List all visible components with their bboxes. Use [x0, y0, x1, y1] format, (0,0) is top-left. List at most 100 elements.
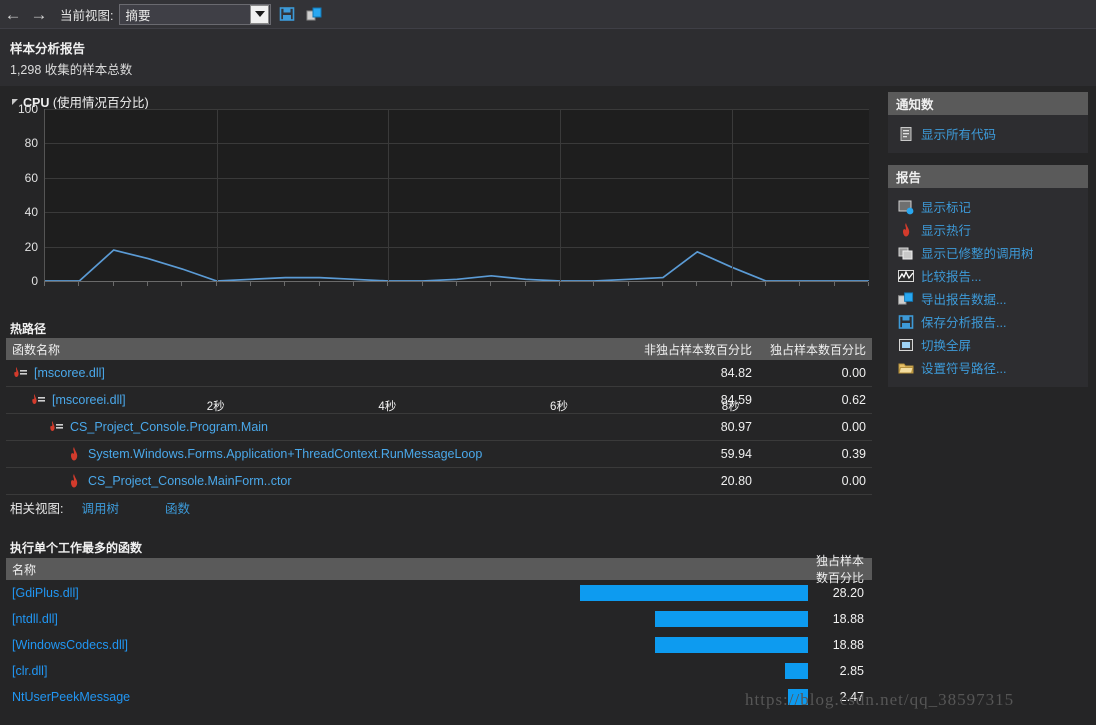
forward-arrow-icon[interactable]: → [26, 1, 52, 27]
export-icon[interactable] [303, 3, 325, 25]
exclusive-percent-cell: 18.88 [832, 638, 864, 652]
sidebar-item-label[interactable]: 显示热行 [921, 220, 971, 239]
x-tick-mark [559, 282, 560, 286]
table-row[interactable]: [mscoree.dll] 84.82 0.00 [6, 360, 872, 387]
folder-icon [898, 360, 914, 376]
function-name-link[interactable]: [ntdll.dll] [12, 612, 58, 626]
x-tick-mark [112, 282, 114, 286]
sidebar-item-label[interactable]: 保存分析报告... [921, 312, 1006, 331]
y-tick-label: 0 [31, 274, 38, 288]
sidebar-item-label[interactable]: 设置符号路径... [921, 358, 1006, 377]
table-row[interactable]: CS_Project_Console.Program.Main 80.97 0.00 [6, 414, 872, 441]
sidebar-item[interactable]: 显示所有代码 [888, 122, 1088, 145]
cpu-chart: 0 20 40 60 80 100 2秒 4秒 6秒 8秒 [0, 102, 880, 413]
profiler-report-window: ← → 当前视图: 摘要 样本分析报告 1,298 收集的样本总数 CPU (使… [0, 0, 1096, 725]
sidebar-item-label[interactable]: 导出报告数据... [921, 289, 1006, 308]
column-header-exclusive[interactable]: 独占样本数百分比 [758, 341, 872, 358]
back-arrow-icon[interactable]: ← [0, 1, 26, 27]
sidebar-item[interactable]: 切换全屏 [888, 333, 1088, 356]
x-tick-mark [147, 282, 148, 286]
x-tick-mark [456, 282, 457, 286]
y-tick-label: 100 [17, 102, 38, 116]
column-header-name[interactable]: 函数名称 [6, 341, 612, 358]
sidebar-item[interactable]: 比较报告... [888, 264, 1088, 287]
value-bar [655, 611, 808, 627]
view-select[interactable]: 摘要 [119, 3, 272, 25]
x-tick-mark [387, 282, 389, 286]
inclusive-percent-cell: 59.94 [720, 447, 752, 461]
functions-title: 执行单个工作最多的函数 [10, 541, 143, 555]
function-name-link[interactable]: [mscoreei.dll] [52, 393, 126, 407]
sidebar-item-label[interactable]: 切换全屏 [921, 335, 971, 354]
x-tick-mark [490, 282, 492, 286]
function-name-link[interactable]: [mscoree.dll] [34, 366, 105, 380]
function-name-link[interactable]: [WindowsCodecs.dll] [12, 638, 128, 652]
table-row[interactable]: NtUserPeekMessage 2.47 [6, 684, 872, 710]
function-name-link[interactable]: [clr.dll] [12, 664, 47, 678]
column-header-function-name[interactable]: 名称 [6, 561, 518, 578]
value-bar [788, 689, 808, 705]
hotpath-name-cell: [mscoree.dll] [6, 365, 612, 381]
sidebar-item[interactable]: 显示已修整的调用树 [888, 241, 1088, 264]
related-view-functions-link[interactable]: 函数 [165, 498, 190, 517]
table-row[interactable]: System.Windows.Forms.Application+ThreadC… [6, 441, 872, 468]
exclusive-percent-cell: 18.88 [832, 612, 864, 626]
column-header-inclusive[interactable]: 非独占样本数百分比 [612, 341, 758, 358]
related-view-calltree-link[interactable]: 调用树 [81, 498, 119, 517]
grid-line-vertical [217, 109, 218, 281]
function-name-link[interactable]: CS_Project_Console.Program.Main [70, 420, 268, 434]
function-name-link[interactable]: NtUserPeekMessage [12, 690, 130, 704]
exclusive-percent-cell: 0.00 [841, 366, 866, 380]
functions-table-header: 名称 独占样本数百分比 [6, 554, 872, 585]
hotpath-name-cell: [mscoreei.dll] [6, 392, 612, 408]
export-icon [898, 291, 914, 307]
table-row[interactable]: [GdiPlus.dll] 28.20 [6, 580, 872, 606]
chevron-down-icon[interactable] [250, 4, 270, 24]
sidebar-panel-title: 报告 [888, 165, 1088, 188]
table-row[interactable]: [WindowsCodecs.dll] 18.88 [6, 632, 872, 658]
column-header-exclusive-pct[interactable]: 独占样本数百分比 [808, 552, 872, 586]
function-name-cell: [WindowsCodecs.dll] [6, 638, 518, 652]
flame-icon [66, 473, 82, 489]
x-tick-mark [421, 282, 423, 286]
sidebar-item-label[interactable]: 比较报告... [921, 266, 981, 285]
sidebar-panel: 报告显示标记显示热行显示已修整的调用树 比较报告... 导出报告数据... 保存分析报… [888, 165, 1088, 387]
table-row[interactable]: CS_Project_Console.MainForm..ctor 20.80 0.… [6, 468, 872, 495]
function-name-link[interactable]: CS_Project_Console.MainForm..ctor [88, 474, 292, 488]
y-tick-label: 40 [24, 205, 38, 220]
sidebar-item[interactable]: 导出报告数据... [888, 287, 1088, 310]
sidebar-item[interactable]: 保存分析报告... [888, 310, 1088, 333]
grid-line [45, 212, 869, 213]
table-row[interactable]: [mscoreei.dll] 84.59 0.62 [6, 387, 872, 414]
function-name-link[interactable]: [GdiPlus.dll] [12, 586, 79, 600]
sidebar-item-label[interactable]: 显示标记 [921, 197, 971, 216]
sidebar-item-label[interactable]: 显示已修整的调用树 [921, 243, 1034, 262]
grid-line [45, 143, 869, 144]
related-views: 相关视图: 调用树 函数 [10, 498, 236, 517]
exclusive-percent-cell: 0.39 [841, 447, 866, 461]
flame-dll-icon [30, 392, 46, 408]
grid-line-vertical [732, 109, 733, 281]
x-tick-mark [833, 282, 835, 286]
save-icon[interactable] [276, 3, 298, 25]
table-row[interactable]: [clr.dll] 2.85 [6, 658, 872, 684]
sidebar-item[interactable]: 设置符号路径... [888, 356, 1088, 379]
function-name-cell: [clr.dll] [6, 664, 518, 678]
x-tick-mark [868, 282, 869, 286]
table-row[interactable]: [ntdll.dll] 18.88 [6, 606, 872, 632]
bar-cell [518, 632, 808, 658]
x-tick-mark [765, 282, 766, 286]
bar-cell [518, 684, 808, 710]
hotpath-name-cell: System.Windows.Forms.Application+ThreadC… [6, 446, 612, 462]
exclusive-percent-cell: 0.62 [841, 393, 866, 407]
flame-icon [898, 222, 914, 238]
value-bar [580, 585, 808, 601]
sidebar-item[interactable]: 显示热行 [888, 218, 1088, 241]
inclusive-percent-cell: 80.97 [720, 420, 752, 434]
sidebar: 通知数 显示所有代码 报告 显示标记 显示热行 显示已修整的调用树 比较报告... 导出报告数… [888, 92, 1088, 399]
y-tick-label: 20 [24, 239, 38, 254]
function-name-link[interactable]: System.Windows.Forms.Application+ThreadC… [88, 447, 482, 461]
flame-dll-icon [12, 365, 28, 381]
sidebar-item[interactable]: 显示标记 [888, 195, 1088, 218]
sidebar-item-label[interactable]: 显示所有代码 [921, 124, 996, 143]
